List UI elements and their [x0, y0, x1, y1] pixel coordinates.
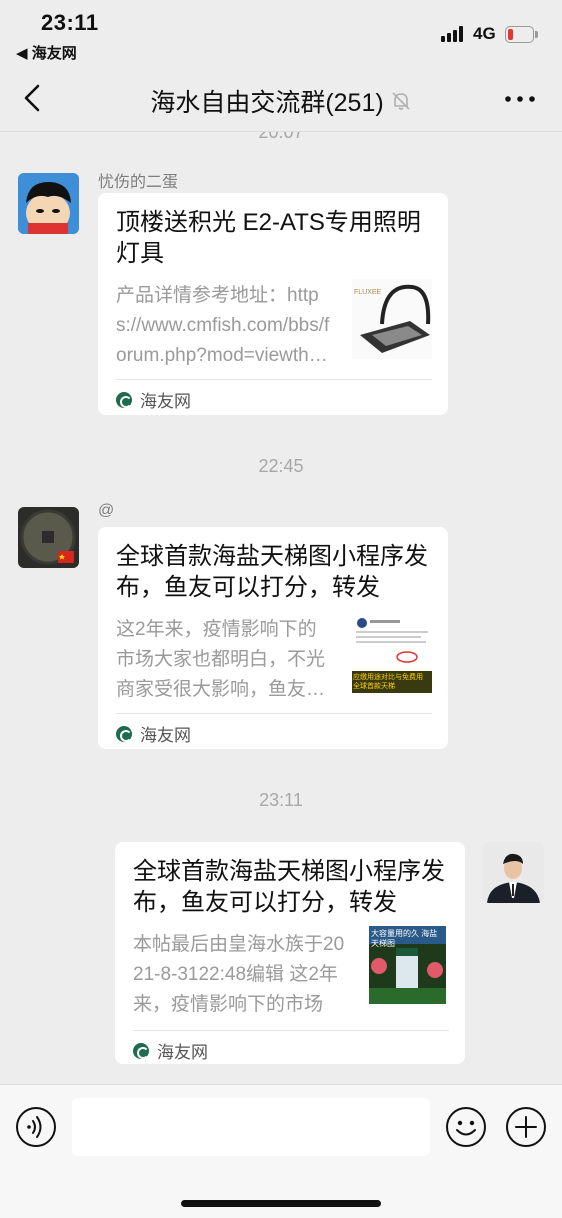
- mute-bell-icon: [392, 92, 410, 110]
- chat-title: 海水自由交流群(251): [150, 89, 384, 117]
- back-to-app-link[interactable]: ◀ 海友网: [16, 42, 77, 63]
- thumbnail-label: 大容量用的久 海盐天梯图: [371, 929, 438, 948]
- chat-header: 海水自由交流群(251): [0, 64, 562, 132]
- thumbnail-label: FLUXEE: [354, 289, 382, 296]
- network-type: 4G: [473, 24, 496, 43]
- card-divider: [116, 713, 432, 714]
- sender-name: 忧伤的二蛋: [98, 174, 179, 191]
- message-input-bar: [0, 1084, 562, 1218]
- card-divider: [133, 1030, 449, 1031]
- link-card[interactable]: 全球首款海盐天梯图小程序发布，鱼友可以打分，转发 本帖最后由皇海水族于2021-…: [115, 842, 465, 1064]
- signal-icon: [441, 26, 467, 42]
- card-source: 海友网: [140, 392, 191, 411]
- card-thumbnail: FLUXEE: [352, 279, 432, 359]
- card-description: 这2年来，疫情影响下的市场大家也都明白，不光商家受很大影响，鱼友也是: [116, 619, 326, 700]
- timestamp: 23:11: [259, 790, 303, 810]
- card-title: 全球首款海盐天梯图小程序发布，鱼友可以打分，转发: [116, 543, 428, 601]
- card-source: 海友网: [157, 1043, 208, 1062]
- avatar[interactable]: [18, 173, 79, 234]
- status-time: 23:11: [41, 10, 99, 35]
- timestamp: 22:45: [258, 456, 304, 476]
- voice-input-icon[interactable]: [15, 1106, 57, 1148]
- source-logo-icon: [133, 1042, 149, 1059]
- home-indicator[interactable]: [181, 1200, 381, 1207]
- message-input[interactable]: [72, 1098, 430, 1156]
- sender-name: @: [98, 502, 115, 519]
- avatar[interactable]: [483, 842, 544, 903]
- timestamp: 20:07: [258, 132, 304, 142]
- card-title: 全球首款海盐天梯图小程序发布，鱼友可以打分，转发: [133, 858, 445, 916]
- link-card[interactable]: 顶楼送积光 E2-ATS专用照明灯具 产品详情参考地址：https://www.…: [98, 193, 448, 415]
- card-description: 本帖最后由皇海水族于2021-8-3122:48编辑 这2年来，疫情影响下的市场: [133, 934, 345, 1015]
- card-title: 顶楼送积光 E2-ATS专用照明灯具: [116, 209, 421, 267]
- more-options-icon[interactable]: [505, 96, 535, 102]
- source-logo-icon: [116, 725, 132, 742]
- card-source: 海友网: [140, 726, 191, 745]
- status-bar: 23:11 ◀ 海友网 4G: [0, 0, 562, 64]
- battery-icon: [505, 26, 538, 43]
- thumbnail-label: 应缴用途对比与免费用 全球首款天梯: [353, 674, 423, 690]
- plus-icon[interactable]: [505, 1106, 547, 1148]
- source-logo-icon: [116, 391, 132, 408]
- card-thumbnail: 大容量用的久 海盐天梯图: [369, 926, 446, 1004]
- card-divider: [116, 379, 432, 380]
- card-description: 产品详情参考地址：https://www.cmfish.com/bbs/foru…: [116, 285, 330, 366]
- avatar[interactable]: [18, 507, 79, 568]
- chat-messages[interactable]: 20:07 忧伤的二蛋 顶楼送积光 E2-ATS专用照明灯具 产品详情参考地址：…: [0, 132, 562, 1084]
- card-thumbnail: 应缴用途对比与免费用 全球首款天梯: [352, 613, 432, 693]
- emoji-icon[interactable]: [445, 1106, 487, 1148]
- link-card[interactable]: 全球首款海盐天梯图小程序发布，鱼友可以打分，转发 这2年来，疫情影响下的市场大家…: [98, 527, 448, 749]
